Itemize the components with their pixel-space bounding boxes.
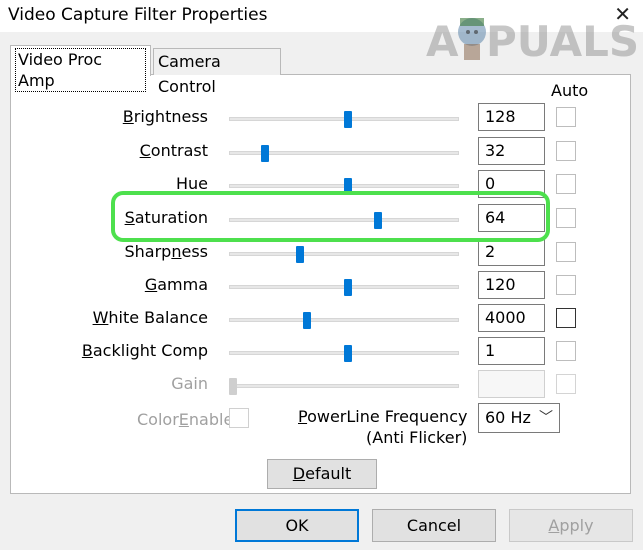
saturation-auto-checkbox[interactable]	[556, 208, 576, 228]
color-enable-checkbox	[229, 408, 249, 428]
sharpness-label: Sharpness	[124, 242, 209, 261]
brightness-slider-thumb[interactable]	[344, 111, 352, 128]
ok-button[interactable]: OK	[235, 509, 359, 542]
gain-value-field	[478, 370, 545, 398]
chevron-down-icon: ﹀	[539, 410, 553, 426]
contrast-label: Contrast	[139, 141, 208, 160]
backlight-comp-slider-thumb[interactable]	[344, 345, 352, 362]
apply-button: Apply	[509, 509, 633, 542]
color-enable-label: ColorEnable	[137, 410, 234, 429]
gamma-value-field[interactable]: 120	[478, 271, 545, 299]
powerline-selected-value: 60 Hz	[485, 408, 531, 427]
svg-text:PUALS: PUALS	[486, 17, 636, 66]
sharpness-slider-track[interactable]	[229, 252, 459, 256]
contrast-value-field[interactable]: 32	[478, 137, 545, 165]
brightness-row: Brightness 128	[0, 103, 643, 133]
gain-label: Gain	[171, 374, 208, 393]
contrast-slider-thumb[interactable]	[261, 145, 269, 162]
white-balance-slider-thumb[interactable]	[303, 312, 311, 329]
backlight-comp-value-field[interactable]: 1	[478, 337, 545, 365]
appuals-logo: A PUALS	[426, 10, 636, 66]
white-balance-row: White Balance 4000	[0, 304, 643, 334]
gain-slider-track	[229, 384, 459, 388]
gamma-row: Gamma 120	[0, 271, 643, 301]
gamma-auto-checkbox[interactable]	[556, 275, 576, 295]
contrast-auto-checkbox[interactable]	[556, 141, 576, 161]
hue-auto-checkbox[interactable]	[556, 174, 576, 194]
default-button[interactable]: Default	[267, 459, 377, 489]
sharpness-auto-checkbox[interactable]	[556, 242, 576, 262]
properties-dialog: Video Capture Filter Properties ✕ A PUAL…	[0, 0, 643, 550]
sharpness-value-field[interactable]: 2	[478, 238, 545, 266]
powerline-frequency-label: PowerLine Frequency	[298, 407, 468, 426]
brightness-auto-checkbox[interactable]	[556, 107, 576, 127]
auto-column-header: Auto	[551, 81, 589, 100]
tab-label: Camera Control	[158, 52, 221, 96]
white-balance-label: White Balance	[92, 308, 208, 327]
powerline-frequency-select[interactable]: 60 Hz ﹀	[478, 403, 560, 433]
tab-camera-control[interactable]: Camera Control	[153, 48, 281, 96]
white-balance-value-field[interactable]: 4000	[478, 304, 545, 332]
gamma-slider-thumb[interactable]	[344, 279, 352, 296]
tab-label: Video Proc Amp	[15, 48, 146, 92]
tab-video-proc-amp[interactable]: Video Proc Amp	[10, 45, 151, 92]
gain-auto-checkbox	[556, 374, 576, 394]
svg-text:A: A	[426, 17, 459, 66]
brightness-label: Brightness	[122, 107, 208, 126]
anti-flicker-label: (Anti Flicker)	[366, 428, 468, 447]
saturation-highlight-outline	[111, 191, 550, 242]
gamma-label: Gamma	[144, 275, 208, 294]
sharpness-row: Sharpness 2	[0, 238, 643, 268]
backlight-comp-auto-checkbox[interactable]	[556, 341, 576, 361]
backlight-comp-row: Backlight Comp 1	[0, 337, 643, 367]
cancel-button[interactable]: Cancel	[372, 509, 496, 542]
gain-row: Gain	[0, 370, 643, 400]
contrast-row: Contrast 32	[0, 137, 643, 167]
brightness-value-field[interactable]: 128	[478, 103, 545, 131]
white-balance-slider-track[interactable]	[229, 318, 459, 322]
sharpness-slider-thumb[interactable]	[296, 246, 304, 263]
white-balance-auto-checkbox[interactable]	[556, 308, 576, 328]
window-title: Video Capture Filter Properties	[8, 5, 268, 25]
gain-slider-thumb	[229, 378, 237, 395]
backlight-comp-label: Backlight Comp	[81, 341, 208, 360]
